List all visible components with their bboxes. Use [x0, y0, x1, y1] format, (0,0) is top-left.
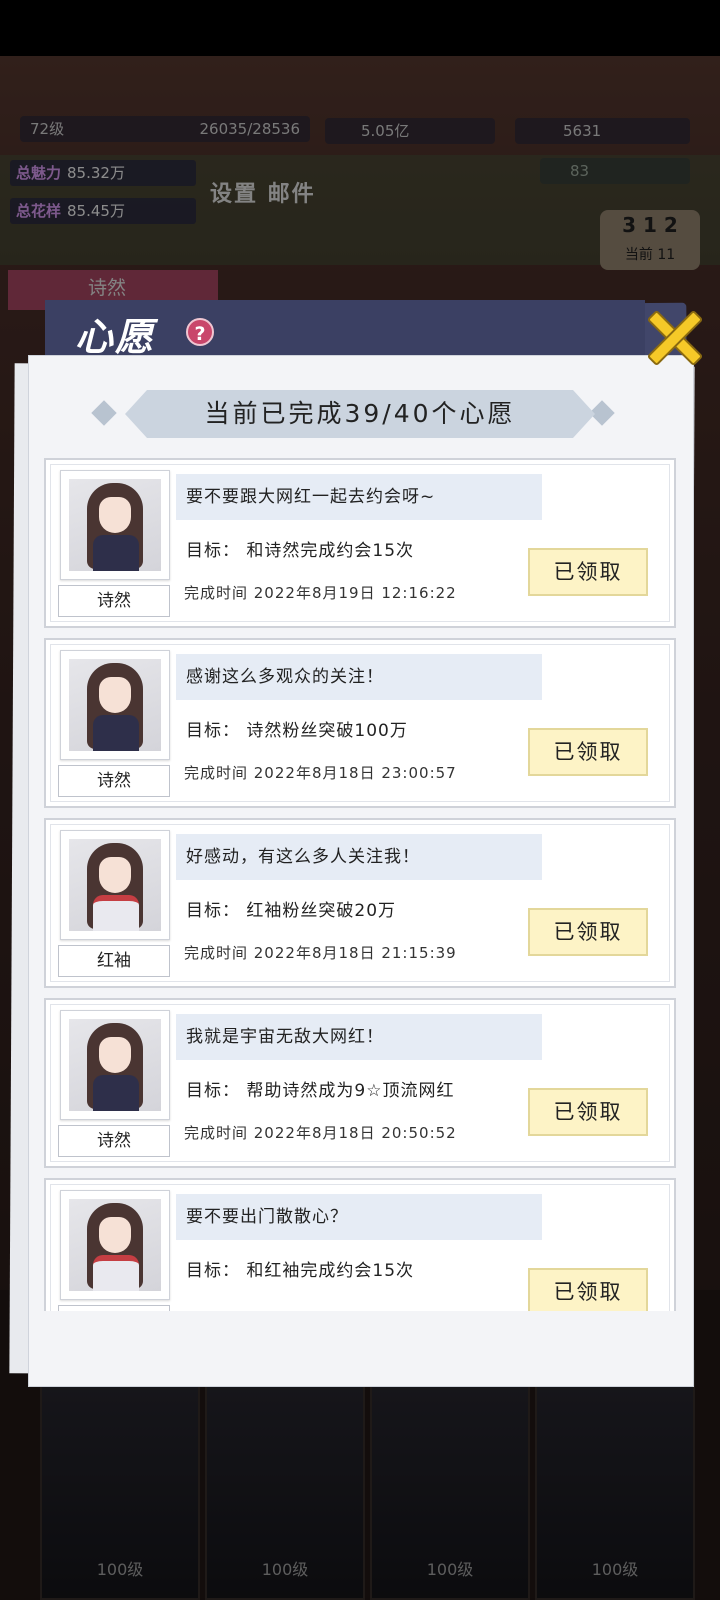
wish-goal: 目标： 帮助诗然成为9☆顶流网红: [186, 1081, 455, 1101]
progress-banner: 当前已完成39/40个心愿: [125, 390, 595, 438]
portrait-image: [69, 659, 161, 751]
character-portrait: [60, 470, 170, 580]
wish-message: 要不要出门散散心？: [176, 1194, 542, 1240]
character-portrait: [60, 830, 170, 940]
wish-goal: 目标： 红袖粉丝突破20万: [186, 901, 397, 921]
character-name: 红袖: [58, 945, 170, 977]
wish-item: 红袖 要不要出门散散心？ 目标： 和红袖完成约会15次 已领取: [44, 1178, 676, 1311]
completion-time: 完成时间 2022年8月18日 20:50:52: [184, 1124, 457, 1142]
wish-item: 红袖 好感动，有这么多人关注我！ 目标： 红袖粉丝突破20万 完成时间 2022…: [44, 818, 676, 988]
claimed-button[interactable]: 已领取: [528, 1268, 648, 1311]
portrait-image: [69, 1019, 161, 1111]
claimed-button[interactable]: 已领取: [528, 728, 648, 776]
portrait-image: [69, 839, 161, 931]
close-icon[interactable]: [640, 302, 710, 372]
character-name: 红袖: [58, 1305, 170, 1311]
portrait-image: [69, 479, 161, 571]
wish-goal: 目标： 诗然粉丝突破100万: [186, 721, 408, 741]
claimed-button[interactable]: 已领取: [528, 548, 648, 596]
wish-list[interactable]: 诗然 要不要跟大网红一起去约会呀~ 目标： 和诗然完成约会15次 完成时间 20…: [44, 458, 676, 1311]
wish-message: 我就是宇宙无敌大网红！: [176, 1014, 542, 1060]
claimed-button[interactable]: 已领取: [528, 908, 648, 956]
completion-time: 完成时间 2022年8月18日 21:15:39: [184, 944, 457, 962]
wish-item: 诗然 感谢这么多观众的关注！ 目标： 诗然粉丝突破100万 完成时间 2022年…: [44, 638, 676, 808]
character-portrait: [60, 1190, 170, 1300]
character-name: 诗然: [58, 1125, 170, 1157]
wish-goal: 目标： 和红袖完成约会15次: [186, 1261, 415, 1281]
help-icon[interactable]: ?: [186, 318, 214, 346]
wish-message: 感谢这么多观众的关注！: [176, 654, 542, 700]
dialog-title: 心愿: [75, 315, 156, 359]
wish-message: 好感动，有这么多人关注我！: [176, 834, 542, 880]
wish-goal: 目标： 和诗然完成约会15次: [186, 541, 415, 561]
character-name: 诗然: [58, 765, 170, 797]
wish-message: 要不要跟大网红一起去约会呀~: [176, 474, 542, 520]
character-portrait: [60, 1010, 170, 1120]
claimed-button[interactable]: 已领取: [528, 1088, 648, 1136]
character-portrait: [60, 650, 170, 760]
character-name: 诗然: [58, 585, 170, 617]
completion-time: 完成时间 2022年8月18日 23:00:57: [184, 764, 457, 782]
wish-item: 诗然 我就是宇宙无敌大网红！ 目标： 帮助诗然成为9☆顶流网红 完成时间 202…: [44, 998, 676, 1168]
completion-time: 完成时间 2022年8月19日 12:16:22: [184, 584, 457, 602]
wish-item: 诗然 要不要跟大网红一起去约会呀~ 目标： 和诗然完成约会15次 完成时间 20…: [44, 458, 676, 628]
portrait-image: [69, 1199, 161, 1291]
